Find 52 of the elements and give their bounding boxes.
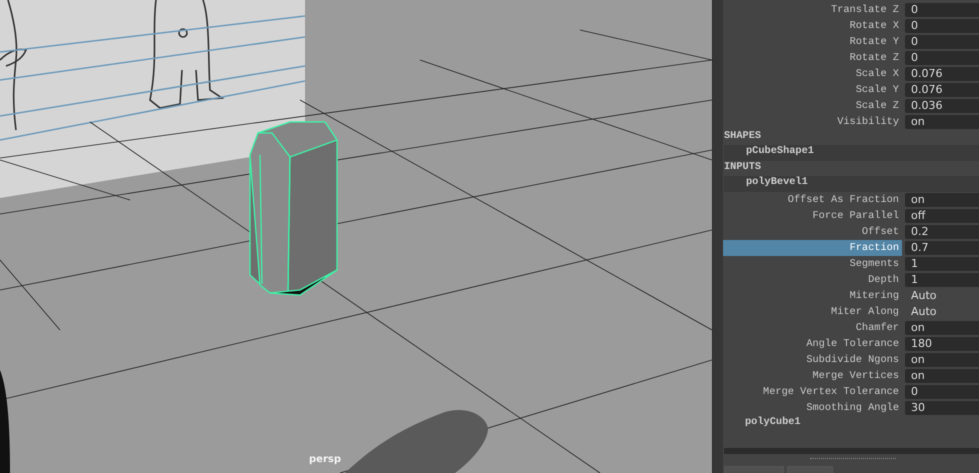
section-header: SHAPES: [723, 130, 762, 144]
value-field[interactable]: off: [905, 208, 979, 223]
attribute-label[interactable]: Rotate X: [723, 18, 902, 34]
value-field[interactable]: on: [905, 320, 979, 335]
attribute-label[interactable]: Scale Z: [723, 98, 902, 114]
value-field[interactable]: 0: [905, 35, 979, 49]
tab[interactable]: [724, 466, 784, 473]
attribute-label[interactable]: Segments: [723, 256, 902, 272]
attribute-label[interactable]: Scale X: [723, 66, 902, 82]
value-field[interactable]: on: [905, 192, 979, 207]
value-field[interactable]: 0.076: [905, 83, 979, 97]
attribute-label[interactable]: Mitering: [723, 288, 902, 304]
enum-value[interactable]: Auto: [905, 304, 979, 320]
attribute-label[interactable]: Angle Tolerance: [723, 336, 902, 352]
attribute-label[interactable]: Merge Vertices: [723, 368, 902, 384]
value-field[interactable]: 0.7: [905, 240, 979, 255]
value-field[interactable]: 0.2: [905, 224, 979, 239]
attribute-label[interactable]: Miter Along: [723, 304, 902, 320]
attribute-label[interactable]: Translate Z: [723, 2, 902, 18]
attribute-label[interactable]: Smoothing Angle: [723, 400, 902, 416]
resize-handle[interactable]: [810, 458, 896, 460]
section-header: INPUTS: [723, 160, 762, 175]
attribute-label[interactable]: Offset: [723, 224, 902, 240]
value-field[interactable]: 0: [905, 19, 979, 33]
attribute-label[interactable]: Depth: [723, 272, 902, 288]
value-field[interactable]: on: [905, 115, 979, 129]
attribute-label[interactable]: Merge Vertex Tolerance: [723, 384, 902, 400]
value-field[interactable]: 180: [905, 336, 979, 351]
node-name[interactable]: polyCube1: [723, 416, 979, 432]
attribute-label[interactable]: Scale Y: [723, 82, 902, 98]
value-field[interactable]: 1: [905, 256, 979, 271]
value-field[interactable]: 1: [905, 272, 979, 287]
value-field[interactable]: 0: [905, 3, 979, 17]
value-field[interactable]: 0.076: [905, 67, 979, 81]
attribute-label[interactable]: Offset As Fraction: [723, 192, 902, 208]
attribute-label[interactable]: Fraction: [723, 240, 902, 256]
node-name[interactable]: polyBevel1: [724, 176, 979, 192]
value-field[interactable]: 0: [905, 384, 979, 399]
node-name[interactable]: pCubeShape1: [724, 145, 979, 161]
attribute-label[interactable]: Chamfer: [723, 320, 902, 336]
camera-label: persp: [309, 454, 341, 465]
value-field[interactable]: 0: [905, 51, 979, 65]
attribute-label[interactable]: Rotate Y: [723, 34, 902, 50]
attribute-label[interactable]: Subdivide Ngons: [723, 352, 902, 368]
value-field[interactable]: 30: [905, 400, 979, 415]
value-field[interactable]: on: [905, 352, 979, 367]
value-field[interactable]: 0.036: [905, 99, 979, 113]
value-field[interactable]: on: [905, 368, 979, 383]
attribute-label[interactable]: Rotate Z: [723, 50, 902, 66]
attribute-label[interactable]: Force Parallel: [723, 208, 902, 224]
attribute-label[interactable]: Visibility: [723, 114, 902, 130]
enum-value[interactable]: Auto: [905, 288, 979, 304]
